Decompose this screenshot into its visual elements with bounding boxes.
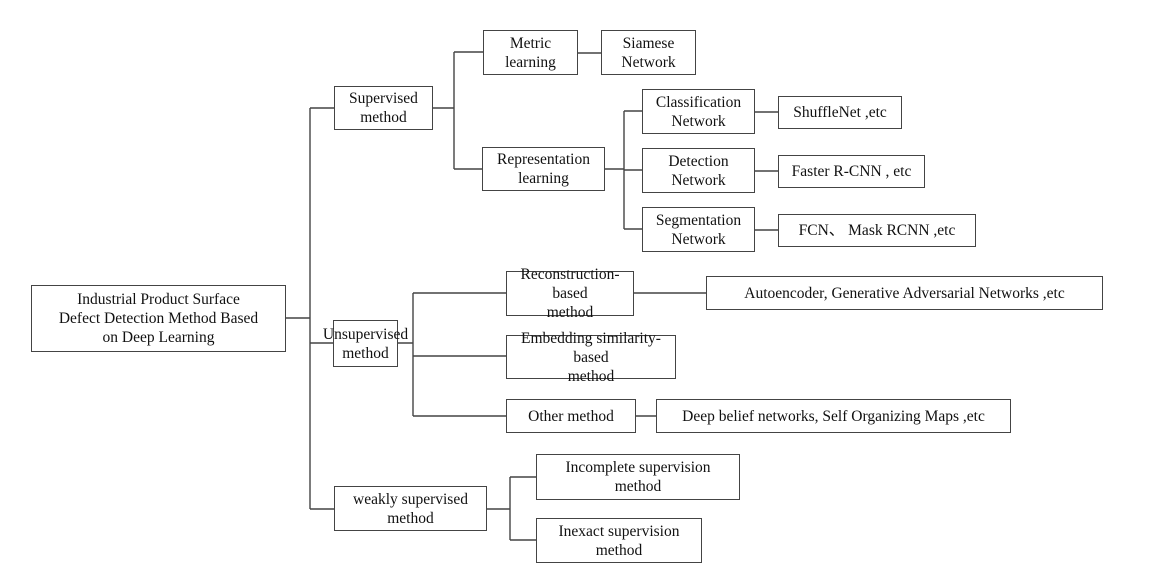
label: Inexact supervision method (558, 522, 680, 559)
label: Deep belief networks, Self Organizing Ma… (682, 407, 985, 425)
label: Detection Network (668, 152, 729, 189)
edge-weakly-children (487, 476, 536, 541)
label: Embedding similarity-based method (521, 329, 661, 385)
label: FCN、 Mask RCNN ,etc (798, 222, 956, 239)
node-reconstruction-based: Reconstruction-based method (506, 266, 634, 321)
node-autoencoder-gan: Autoencoder, Generative Adversarial Netw… (706, 276, 1103, 310)
label: Incomplete supervision method (565, 459, 711, 495)
node-representation-learning: Representation learning (482, 147, 605, 191)
node-segmentation-network: Segmentation Network (642, 207, 755, 252)
label: Siamese Network (621, 34, 676, 71)
root-label: Industrial Product Surface Defect Detect… (58, 291, 259, 346)
node-fcn-mask-rcnn: FCN、 Mask RCNN ,etc (778, 214, 976, 247)
edge-supervised-children (433, 51, 483, 170)
node-detection-network: Detection Network (642, 148, 755, 193)
label: Unsupervised method (322, 325, 409, 362)
label: Metric learning (505, 34, 556, 71)
label: Other method (528, 407, 614, 425)
node-siamese-network: Siamese Network (601, 30, 696, 75)
label: Representation learning (497, 151, 590, 187)
edge-representation-children (605, 110, 642, 230)
root-node: Industrial Product Surface Defect Detect… (31, 285, 286, 352)
label: Supervised method (349, 90, 418, 126)
node-embedding-similarity: Embedding similarity-based method (506, 330, 676, 385)
node-faster-rcnn: Faster R-CNN , etc (778, 155, 925, 188)
label: Segmentation Network (655, 211, 742, 248)
node-supervised: Supervised method (334, 86, 433, 130)
node-inexact-supervision: Inexact supervision method (536, 518, 702, 563)
node-incomplete-supervision: Incomplete supervision method (536, 454, 740, 500)
label: Classification Network (655, 93, 742, 130)
node-other-method: Other method (506, 399, 636, 433)
node-shufflenet: ShuffleNet ,etc (778, 96, 902, 129)
label: Faster R-CNN , etc (791, 163, 912, 180)
label: Reconstruction-based method (520, 266, 620, 321)
node-unsupervised: Unsupervised method (323, 320, 408, 367)
node-classification-network: Classification Network (642, 89, 755, 134)
edge-unsupervised-children (398, 292, 506, 417)
node-deep-belief: Deep belief networks, Self Organizing Ma… (656, 399, 1011, 433)
label: weakly supervised method (353, 490, 468, 527)
node-metric-learning: Metric learning (483, 30, 578, 75)
label: Autoencoder, Generative Adversarial Netw… (744, 284, 1065, 302)
edge-root-level1 (286, 107, 334, 510)
node-weakly-supervised: weakly supervised method (334, 486, 487, 531)
label: ShuffleNet ,etc (793, 104, 887, 121)
